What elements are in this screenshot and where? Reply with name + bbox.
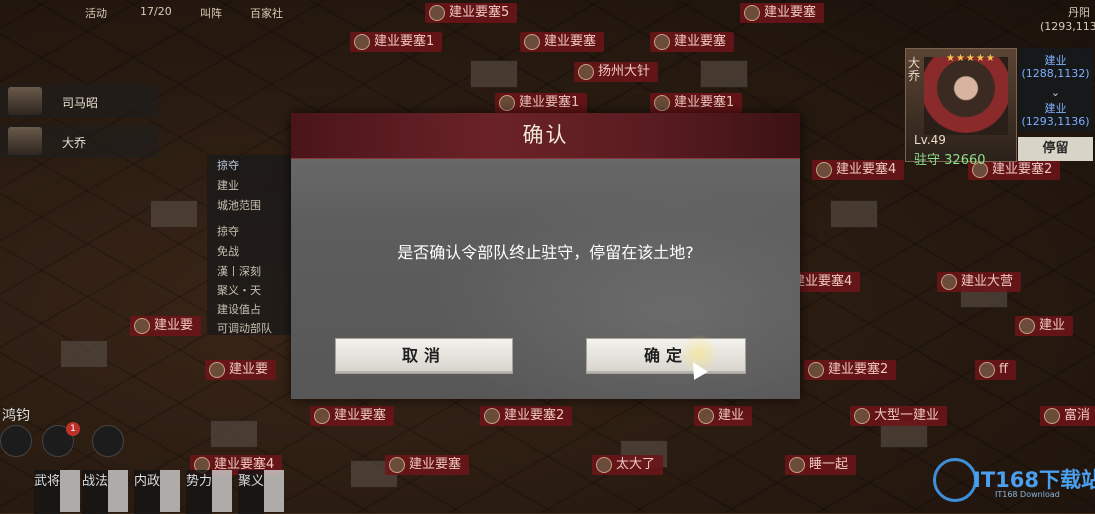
tab-divider	[264, 470, 284, 512]
hero-level: Lv.49	[914, 133, 946, 147]
to-coord: (1293,1136)	[1021, 115, 1090, 128]
map-tag[interactable]: 建业要塞5	[425, 3, 518, 23]
map-tag[interactable]: 建业要塞2	[480, 406, 573, 426]
tab-divider	[212, 470, 232, 512]
tab-internal[interactable]: 内政	[134, 470, 160, 514]
info-item: 掠夺	[217, 225, 239, 238]
city-coord: (1293,1133)	[1040, 20, 1095, 33]
troop-count: 驻守 32660	[914, 149, 986, 168]
hero-card[interactable]: ★★★★★ 大乔 Lv.49 驻守 32660	[905, 48, 1017, 168]
info-item: 免战	[217, 245, 239, 258]
map-tag[interactable]: 建业要塞	[520, 32, 605, 52]
stamina-counter: 17/20	[140, 5, 172, 18]
city-name: 丹阳	[1068, 6, 1090, 19]
map-tag[interactable]: 建业要	[205, 360, 277, 380]
tab-alliance[interactable]: 聚义	[238, 470, 264, 514]
info-item: 城池范围	[217, 199, 261, 212]
activity-label[interactable]: 活动	[85, 5, 107, 21]
player-name: 鸿钧	[2, 408, 30, 424]
hero-row[interactable]: 司马昭	[0, 84, 158, 118]
tab-tactics[interactable]: 战法	[82, 470, 108, 514]
map-tag[interactable]: 建业要塞4	[812, 160, 905, 180]
map-tag[interactable]: 建业要塞2	[804, 360, 897, 380]
hero-name: 大乔	[908, 56, 921, 83]
map-tag[interactable]: 建业大营	[937, 272, 1022, 292]
map-tag[interactable]: 扬州大针	[574, 62, 659, 82]
map-tag[interactable]: 建业要塞	[385, 455, 470, 475]
info-item: 聚义・天	[217, 284, 261, 297]
hero-name: 大乔	[62, 136, 87, 150]
hero-row[interactable]: 大乔	[0, 124, 158, 158]
tab-divider	[160, 470, 180, 512]
avatar	[8, 127, 42, 155]
watermark-subtext: IT168 Download	[995, 490, 1060, 499]
map-tag[interactable]: 建业要塞1	[650, 93, 743, 113]
map-tag[interactable]: 建业	[694, 406, 753, 426]
map-tag[interactable]: 建业要塞	[650, 32, 735, 52]
garrison-label: 驻守	[914, 153, 941, 168]
star-rating: ★★★★★	[946, 53, 996, 64]
hero-portrait	[924, 57, 1008, 135]
logo-icon	[933, 458, 977, 502]
cancel-button[interactable]: 取消	[335, 338, 513, 374]
map-tag[interactable]: 建业	[1015, 316, 1074, 336]
map-tag[interactable]: 建业要	[130, 316, 202, 336]
info-item: 建业	[217, 179, 239, 192]
notification-badge: 1	[66, 422, 80, 436]
tab-divider	[60, 470, 80, 512]
top-right-location: 丹阳 (1293,1133)	[1040, 4, 1095, 33]
watermark-logo: IT168下载站 IT168 Download	[933, 454, 1095, 504]
chevron-down-icon: ⌄	[1050, 86, 1061, 99]
info-item: 建设值占	[217, 303, 261, 316]
map-tag[interactable]: 大型一建业	[850, 406, 948, 426]
info-item: 可调动部队	[217, 322, 272, 335]
top-bar: 活动 17/20 叫阵 百家社	[0, 0, 300, 22]
tab-generals[interactable]: 武将	[34, 470, 60, 514]
tab-divider	[108, 470, 128, 512]
troop-number: 32660	[944, 153, 986, 168]
stay-button[interactable]: 停留	[1018, 137, 1093, 161]
helmet-icon[interactable]	[92, 425, 124, 457]
club-label[interactable]: 百家社	[250, 5, 283, 21]
info-header: 掠夺	[217, 159, 239, 172]
land-info-panel: 掠夺 建业 城池范围 掠夺 免战 漢丨深刻 聚义・天 建设值占 可调动部队	[207, 155, 297, 335]
from-city: 建业	[1044, 54, 1067, 67]
avatar	[8, 87, 42, 115]
map-tag[interactable]: 富消	[1040, 406, 1095, 426]
info-item: 漢丨深刻	[217, 265, 261, 278]
map-tag[interactable]: 建业要塞	[740, 3, 825, 23]
map-tag[interactable]: 建业要塞1	[495, 93, 588, 113]
challenge-label[interactable]: 叫阵	[200, 5, 222, 21]
map-tag[interactable]: 建业要塞	[310, 406, 395, 426]
confirm-dialog: 确认 是否确认令部队终止驻守，停留在该土地? 取消 确定	[291, 113, 800, 399]
tab-faction[interactable]: 势力	[186, 470, 212, 514]
confirm-button[interactable]: 确定	[586, 338, 746, 374]
coordinate-box: 建业 (1288,1132) ⌄ 建业 (1293,1136)	[1018, 48, 1093, 132]
from-coord: (1288,1132)	[1021, 67, 1090, 80]
map-tag[interactable]: 太大了	[592, 455, 664, 475]
dialog-title: 确认	[522, 123, 569, 147]
team-icon[interactable]	[0, 425, 32, 457]
hero-name: 司马昭	[62, 96, 99, 110]
dialog-message: 是否确认令部队终止驻守，停留在该土地?	[397, 243, 694, 262]
map-tag[interactable]: 建业要塞1	[350, 32, 443, 52]
map-tag[interactable]: 睡一起	[785, 455, 857, 475]
to-city: 建业	[1044, 102, 1067, 115]
map-tag[interactable]: ff	[975, 360, 1016, 380]
